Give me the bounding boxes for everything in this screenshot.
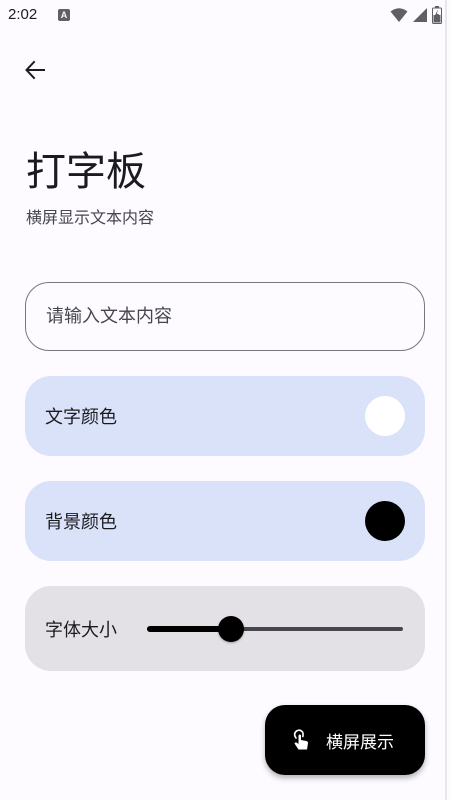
back-button[interactable] [15,50,55,90]
text-color-label: 文字颜色 [45,407,117,428]
text-color-card[interactable]: 文字颜色 [25,376,425,456]
background-color-card[interactable]: 背景颜色 [25,481,425,561]
slider-thumb[interactable] [218,616,244,642]
notification-icon: A [58,9,70,21]
font-size-slider[interactable] [147,586,403,671]
status-icons [390,6,442,24]
status-time: 2:02 [8,6,38,23]
touch-gesture-icon [293,729,308,750]
text-content-input[interactable] [25,282,425,351]
status-bar: 2:02 A [0,0,450,30]
signal-icon [413,8,427,22]
page-title: 打字板 [26,149,146,195]
scroll-edge [445,0,447,800]
arrow-left-icon [25,60,45,80]
font-size-card: 字体大小 [25,586,425,671]
font-size-label: 字体大小 [45,619,117,641]
landscape-display-label: 横屏展示 [326,732,394,753]
landscape-display-button[interactable]: 横屏展示 [265,705,425,775]
wifi-icon [390,8,408,22]
background-color-label: 背景颜色 [45,512,117,533]
battery-icon [432,6,442,24]
page-subtitle: 横屏显示文本内容 [26,208,155,227]
text-color-swatch[interactable] [365,396,405,436]
background-color-swatch[interactable] [365,501,405,541]
